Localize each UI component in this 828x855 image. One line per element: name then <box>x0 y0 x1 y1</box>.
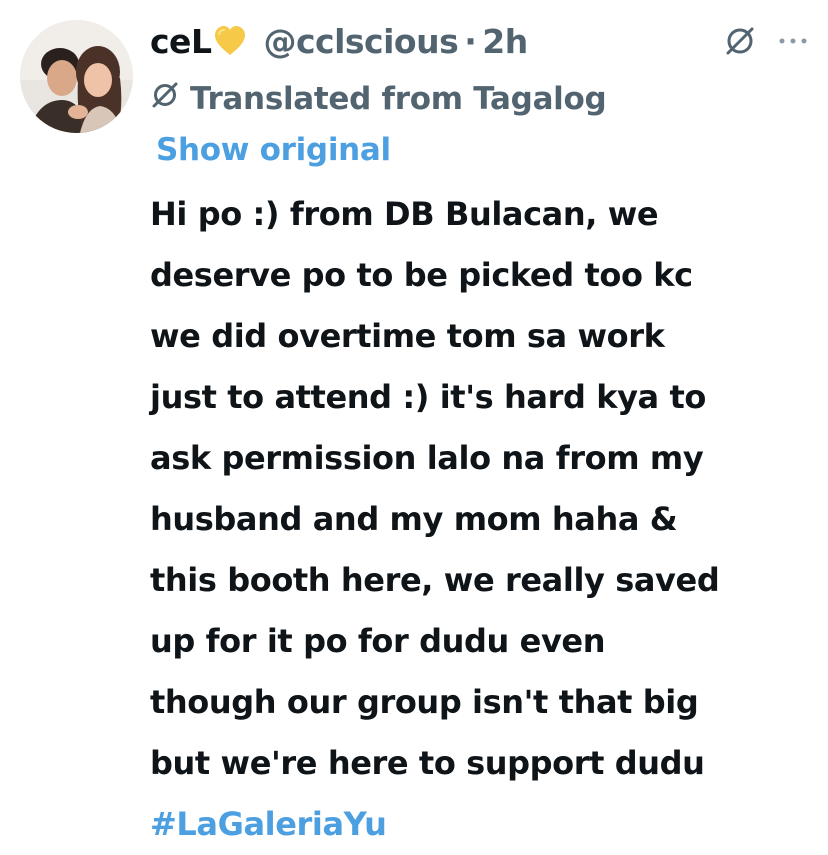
user-handle[interactable]: @cclscious <box>263 22 458 61</box>
tweet-line: just to attend :) it's hard kya to <box>150 378 706 416</box>
translate-small-icon <box>150 80 180 118</box>
tweet-line: up for it po for dudu even <box>150 622 606 660</box>
tweet-line: this booth here, we really saved <box>150 561 720 599</box>
display-name[interactable]: ceL <box>150 22 212 61</box>
tweet-text: Hi po :) from DB Bulacan, we deserve po … <box>150 184 815 855</box>
hashtag-link[interactable]: #LaGaleriaYu <box>150 794 815 855</box>
more-icon[interactable] <box>778 36 808 46</box>
translated-label: Translated from Tagalog <box>190 81 607 117</box>
tweet-line: we did overtime tom sa work <box>150 317 665 355</box>
tweet-header: ceL @cclscious · 2h <box>150 16 808 66</box>
avatar[interactable] <box>20 20 133 133</box>
show-original-link[interactable]: Show original <box>156 132 391 168</box>
translate-icon[interactable] <box>722 23 758 59</box>
header-actions <box>722 16 808 66</box>
tweet-line: though our group isn't that big <box>150 683 699 721</box>
tweet-line: husband and my mom haha & <box>150 500 678 538</box>
translation-notice: Translated from Tagalog <box>150 76 607 122</box>
tweet-line: but we're here to support dudu <box>150 744 705 782</box>
yellow-heart-icon <box>213 25 247 57</box>
tweet-line: deserve po to be picked too kc <box>150 256 693 294</box>
timestamp[interactable]: 2h <box>482 22 528 61</box>
tweet-line: Hi po :) from DB Bulacan, we <box>150 195 659 233</box>
tweet-line: ask permission lalo na from my <box>150 439 704 477</box>
tweet-card: ceL @cclscious · 2h Translated from Taga… <box>0 0 828 843</box>
separator-dot: · <box>464 21 477 61</box>
